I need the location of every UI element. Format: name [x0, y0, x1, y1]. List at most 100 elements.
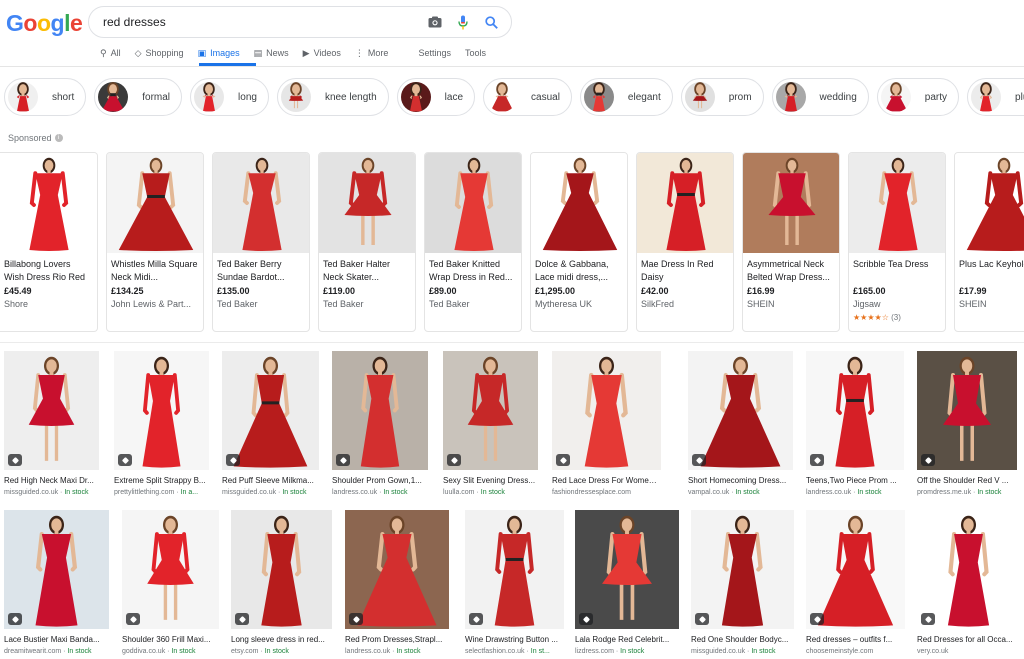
- tab-all[interactable]: ⚲ All: [100, 44, 121, 62]
- result-thumbnail[interactable]: [465, 510, 564, 629]
- product-image[interactable]: [319, 153, 415, 253]
- result-title[interactable]: Short Homecoming Dress...: [688, 476, 793, 486]
- result-title[interactable]: Red High Neck Maxi Dr...: [4, 476, 99, 486]
- result-thumbnail[interactable]: [332, 351, 428, 470]
- result-title[interactable]: Red Lace Dress For Women Ev...: [552, 476, 661, 486]
- chip-wedding[interactable]: wedding: [771, 78, 869, 116]
- result-thumbnail[interactable]: [4, 351, 99, 470]
- search-box[interactable]: [88, 6, 512, 38]
- product-image[interactable]: [531, 153, 627, 253]
- product-card[interactable]: Asymmetrical Neck Belted Wrap Dress... £1…: [742, 152, 840, 332]
- result-title[interactable]: Lace Bustier Maxi Banda...: [4, 635, 109, 645]
- product-card[interactable]: Mae Dress In Red Daisy £42.00 SilkFred: [636, 152, 734, 332]
- result-title[interactable]: Long sleeve dress in red...: [231, 635, 332, 645]
- product-card[interactable]: Ted Baker Knitted Wrap Dress in Red... £8…: [424, 152, 522, 332]
- chip-party[interactable]: party: [876, 78, 960, 116]
- result-title[interactable]: Extreme Split Strappy B...: [114, 476, 209, 486]
- camera-icon[interactable]: [425, 12, 445, 32]
- chip-lace[interactable]: lace: [396, 78, 476, 116]
- chip-formal[interactable]: formal: [94, 78, 183, 116]
- product-card[interactable]: Ted Baker Halter Neck Skater... £119.00 Te…: [318, 152, 416, 332]
- result-thumbnail[interactable]: [917, 510, 1020, 629]
- result-thumbnail[interactable]: [688, 351, 793, 470]
- image-result[interactable]: Sexy Slit Evening Dress... luulla.com · I…: [443, 351, 538, 498]
- result-title[interactable]: Lala Rodge Red Celebrit...: [575, 635, 679, 645]
- result-thumbnail[interactable]: [222, 351, 319, 470]
- tab-tools[interactable]: Tools: [465, 44, 486, 62]
- tab-videos[interactable]: ▶ Videos: [303, 44, 341, 62]
- result-title[interactable]: Red Puff Sleeve Milkma...: [222, 476, 319, 486]
- product-image[interactable]: [107, 153, 203, 253]
- product-image[interactable]: [849, 153, 945, 253]
- search-input[interactable]: [103, 15, 417, 29]
- result-thumbnail[interactable]: [806, 351, 904, 470]
- image-result[interactable]: Lace Bustier Maxi Banda... dreamitwearit.…: [4, 510, 109, 657]
- image-result[interactable]: Off the Shoulder Red V ... promdress.me.u…: [917, 351, 1017, 498]
- product-image[interactable]: [637, 153, 733, 253]
- product-card[interactable]: Scribble Tea Dress £165.00 Jigsaw ★★★★☆ (3): [848, 152, 946, 332]
- image-result[interactable]: Short Homecoming Dress... vampal.co.uk · …: [688, 351, 793, 498]
- result-thumbnail[interactable]: [443, 351, 538, 470]
- image-result[interactable]: Red One Shoulder Bodyc... missguided.co.u…: [691, 510, 794, 657]
- search-icon[interactable]: [481, 12, 501, 32]
- product-card[interactable]: Whistles Milla Square Neck Midi... £134.2…: [106, 152, 204, 332]
- result-thumbnail[interactable]: [806, 510, 905, 629]
- image-result[interactable]: Long sleeve dress in red... etsy.com · In…: [231, 510, 332, 657]
- result-title[interactable]: Red Prom Dresses,Strapl...: [345, 635, 449, 645]
- image-result[interactable]: Red dresses – outfits f... choosemeinstyl…: [806, 510, 905, 657]
- image-result[interactable]: Red Dresses for all Occa... very.co.uk: [917, 510, 1020, 657]
- result-title[interactable]: Teens,Two Piece Prom ...: [806, 476, 904, 486]
- chip-short[interactable]: short: [4, 78, 87, 116]
- product-card[interactable]: Dolce & Gabbana, Lace midi dress,... £1,2…: [530, 152, 628, 332]
- result-title[interactable]: Shoulder 360 Frill Maxi...: [122, 635, 219, 645]
- product-image[interactable]: [955, 153, 1024, 253]
- image-result[interactable]: Red Prom Dresses,Strapl... landress.co.uk…: [345, 510, 449, 657]
- result-title[interactable]: Sexy Slit Evening Dress...: [443, 476, 538, 486]
- image-result[interactable]: Shoulder 360 Frill Maxi... goddiva.co.uk …: [122, 510, 219, 657]
- image-result[interactable]: Lala Rodge Red Celebrit... lizdress.com ·…: [575, 510, 679, 657]
- microphone-icon[interactable]: [453, 12, 473, 32]
- result-thumbnail[interactable]: [552, 351, 661, 470]
- result-title[interactable]: Shoulder Prom Gown,1...: [332, 476, 428, 486]
- product-image[interactable]: [0, 153, 97, 253]
- tab-settings[interactable]: Settings: [418, 44, 451, 62]
- chip-prom[interactable]: prom: [680, 78, 764, 116]
- product-card[interactable]: Billabong Lovers Wish Dress Rio Red £45.4…: [0, 152, 98, 332]
- result-thumbnail[interactable]: [4, 510, 109, 629]
- result-title[interactable]: Red One Shoulder Bodyc...: [691, 635, 794, 645]
- product-image[interactable]: [213, 153, 309, 253]
- product-image[interactable]: [743, 153, 839, 253]
- product-image[interactable]: [425, 153, 521, 253]
- image-result[interactable]: Red Lace Dress For Women Ev... fashiondre…: [552, 351, 661, 498]
- info-icon[interactable]: i: [54, 134, 63, 142]
- result-thumbnail[interactable]: [231, 510, 332, 629]
- result-thumbnail[interactable]: [575, 510, 679, 629]
- result-thumbnail[interactable]: [917, 351, 1017, 470]
- product-card[interactable]: Ted Baker Berry Sundae Bardot... £135.00 T…: [212, 152, 310, 332]
- tab-shopping[interactable]: ◇ Shopping: [135, 44, 184, 62]
- result-title[interactable]: Red dresses – outfits f...: [806, 635, 905, 645]
- chip-knee-length[interactable]: knee length: [276, 78, 389, 116]
- tab-images[interactable]: ▣ Images: [198, 44, 240, 62]
- result-title[interactable]: Wine Drawstring Button ...: [465, 635, 564, 645]
- image-result[interactable]: Shoulder Prom Gown,1... landress.co.uk · …: [332, 351, 428, 498]
- google-logo[interactable]: Google: [6, 10, 83, 37]
- image-result[interactable]: Teens,Two Piece Prom ... landress.co.uk ·…: [806, 351, 904, 498]
- result-thumbnail[interactable]: [122, 510, 219, 629]
- result-title[interactable]: Off the Shoulder Red V ...: [917, 476, 1017, 486]
- chip-plus-size[interactable]: plus size: [967, 78, 1024, 116]
- result-thumbnail[interactable]: [345, 510, 449, 629]
- image-result[interactable]: Red Puff Sleeve Milkma... missguided.co.u…: [222, 351, 319, 498]
- chip-long[interactable]: long: [190, 78, 269, 116]
- chip-elegant[interactable]: elegant: [579, 78, 673, 116]
- image-result[interactable]: Red High Neck Maxi Dr... missguided.co.uk…: [4, 351, 99, 498]
- tab-news[interactable]: ▤ News: [254, 44, 289, 62]
- image-result[interactable]: Extreme Split Strappy B... prettylittleth…: [114, 351, 209, 498]
- result-thumbnail[interactable]: [691, 510, 794, 629]
- image-result[interactable]: Wine Drawstring Button ... selectfashion.…: [465, 510, 564, 657]
- result-title[interactable]: Red Dresses for all Occa...: [917, 635, 1020, 645]
- result-thumbnail[interactable]: [114, 351, 209, 470]
- product-card[interactable]: Plus Lac Keyhole £17.99 SHEIN: [954, 152, 1024, 332]
- chip-casual[interactable]: casual: [483, 78, 572, 116]
- tab-more[interactable]: ⋮ More: [355, 44, 389, 62]
